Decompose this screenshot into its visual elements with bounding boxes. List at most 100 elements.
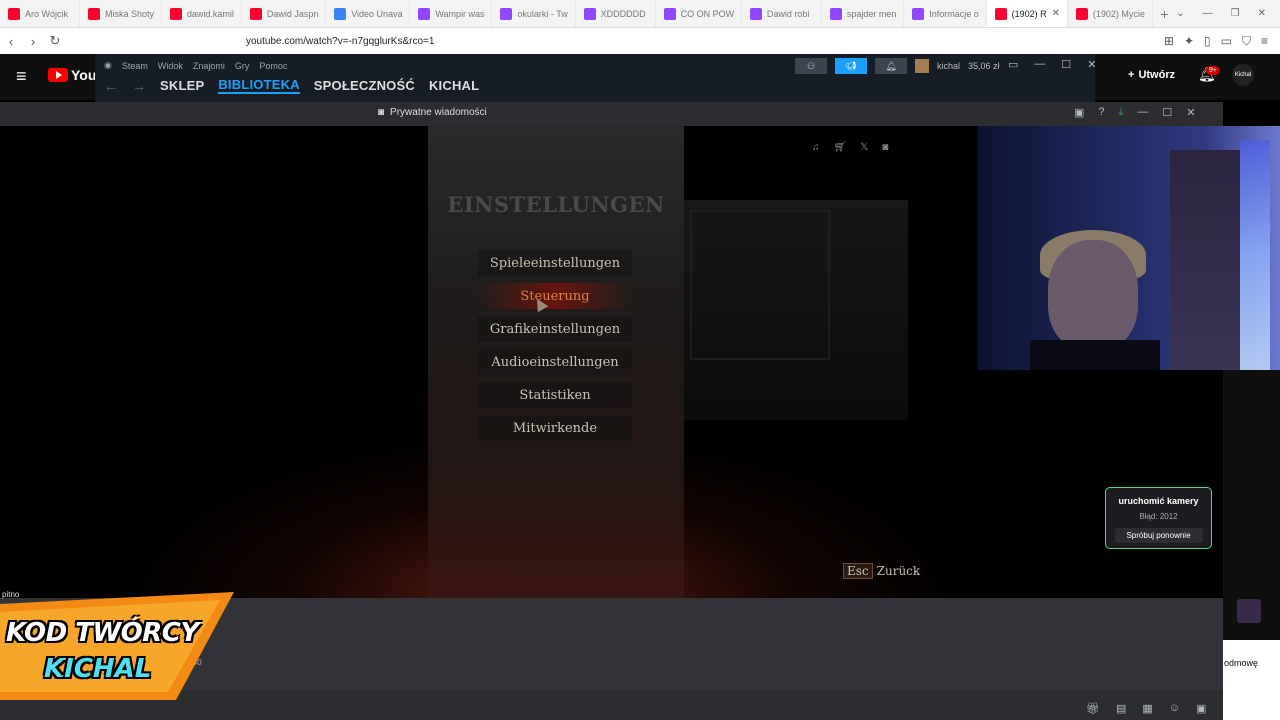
monitor-icon[interactable]: ▭ [1008, 58, 1018, 71]
overlay-maximize-icon[interactable]: ☐ [1162, 106, 1172, 119]
minimize-icon[interactable]: — [1203, 8, 1213, 19]
steam-menu-item[interactable]: Gry [235, 61, 250, 71]
cart-icon[interactable]: 🛒︎ [834, 142, 847, 153]
settings-menu-item[interactable]: Audioeinstellungen [478, 349, 632, 375]
promo-line-1: KOD TWÓRCY [6, 618, 199, 648]
settings-menu-item[interactable]: Steuerung [478, 283, 632, 309]
new-tab-icon[interactable]: + [1153, 6, 1177, 22]
browser-tab[interactable]: dawid.kamil [162, 0, 242, 27]
browser-tab[interactable]: Wampir was [410, 0, 493, 27]
hamburger-icon[interactable]: ≡ [16, 66, 27, 87]
browser-tab[interactable]: CO ON POW [656, 0, 742, 27]
download-icon[interactable]: ⤓ [1119, 106, 1124, 119]
steam-bell-icon[interactable]: 🔔︎ [875, 58, 907, 74]
apps-icon[interactable]: ▣ [1196, 702, 1206, 715]
reload-icon[interactable]: ↻ [44, 33, 66, 49]
translate-icon[interactable]: ⊞ [1164, 34, 1174, 49]
tab-label: (1902) R [1011, 8, 1047, 19]
browser-tab[interactable]: Informacje o [904, 0, 987, 27]
tab-label: Video Unava [351, 8, 403, 19]
browser-window-controls: ⌄ — ❐ ✕ [1176, 8, 1280, 19]
friends-icon[interactable]: ⚇ [795, 58, 827, 74]
music-icon[interactable]: ♫ [812, 142, 820, 153]
announcement-icon[interactable]: 📢︎ [835, 58, 867, 74]
browser-tab[interactable]: (1902) R ✕ [986, 0, 1068, 27]
steam-menu-item[interactable]: Steam [122, 61, 148, 71]
browser-tab[interactable]: okularki - Tw [492, 0, 576, 27]
tab-close-icon[interactable]: ✕ [1052, 8, 1060, 19]
camera-error-card: uruchomić kamery Błąd: 2012 Spróbuj pono… [1105, 487, 1212, 549]
tab-favicon-icon [8, 7, 20, 20]
sticker-icon[interactable]: ▦ [1142, 702, 1152, 715]
emoji-icon[interactable]: ☺ [1169, 702, 1180, 715]
steam-nav-item[interactable]: SKLEP [160, 78, 204, 93]
tab-label: Wampir was [435, 8, 485, 19]
tab-label: (1902) Mycie [1092, 8, 1145, 19]
back-hint[interactable]: Esc Zurück [843, 563, 920, 579]
browser-tab[interactable]: Dawid Jaspn [242, 0, 327, 27]
shield-icon[interactable]: ⛉ [1242, 34, 1251, 49]
settings-menu-item[interactable]: Grafikeinstellungen [478, 316, 632, 342]
tab-label: Informacje o [929, 8, 979, 19]
tab-label: XDDDDDD [600, 8, 646, 19]
help-icon[interactable]: ? [1098, 106, 1104, 119]
settings-menu-item[interactable]: Statistiken [478, 382, 632, 408]
browser-tab[interactable]: Video Unava [326, 0, 411, 27]
back-icon[interactable]: ‹ [0, 34, 22, 49]
steam-nav-item[interactable]: BIBLIOTEKA [218, 77, 300, 94]
tab-favicon-icon [249, 7, 262, 20]
discord-icon: ◙ [378, 107, 385, 118]
tab-label: CO ON POW [680, 8, 735, 19]
discord-icon[interactable]: ◙ [882, 142, 888, 153]
steam-username[interactable]: kichal [937, 61, 960, 71]
steam-window-controls: ▭ — ☐ ✕ [1008, 58, 1097, 71]
steam-menu-item[interactable]: Pomoc [259, 61, 287, 71]
wallet-icon[interactable]: ▭ [1221, 34, 1232, 49]
overlay-minimize-icon[interactable]: — [1137, 106, 1148, 119]
browser-tab[interactable]: Aro Wójcik [0, 0, 80, 27]
puzzle-icon[interactable]: ✦ [1184, 34, 1194, 49]
browser-tab[interactable]: Dawid robi [742, 0, 822, 27]
gif-icon[interactable]: ▤ [1116, 702, 1126, 715]
steam-menu-item[interactable]: Znajomi [193, 61, 225, 71]
create-button[interactable]: + Utwórz [1120, 64, 1183, 86]
forward-icon[interactable]: › [22, 34, 44, 49]
address-bar: ‹ › ↻ youtube.com/watch?v=-n7gqglurKs&rc… [0, 28, 1280, 54]
avatar[interactable]: Kichal [1232, 64, 1254, 86]
sidebar-icon[interactable]: ▯ [1204, 34, 1211, 49]
browser-tab[interactable]: XDDDDDD [576, 0, 656, 27]
esc-key: Esc [843, 563, 873, 579]
browser-tab[interactable]: (1902) Mycie [1068, 0, 1153, 27]
tab-favicon-icon [418, 7, 431, 20]
chat-toolbar: 🎁︎ ▤ ▦ ☺ ▣ [1086, 702, 1206, 715]
steam-nav-item[interactable]: KICHAL [429, 78, 479, 93]
steam-menu-item[interactable]: Widok [158, 61, 183, 71]
settings-menu-item[interactable]: Mitwirkende [478, 415, 632, 441]
maximize-icon[interactable]: ☐ [1061, 58, 1071, 71]
retry-button[interactable]: Spróbuj ponownie [1114, 528, 1203, 543]
browser-tab[interactable]: spajder men [822, 0, 905, 27]
browser-tab-bar: Aro Wójcik Miska Shoty dawid.kamil Dawid Ja… [0, 0, 1280, 28]
url-field[interactable]: youtube.com/watch?v=-n7gqglurKs&rco=1 [246, 36, 434, 47]
close-icon[interactable]: ✕ [1087, 58, 1096, 71]
tab-label: dawid.kamil [186, 8, 234, 19]
restore-icon[interactable]: ❐ [1231, 8, 1240, 19]
menu-icon[interactable]: ≡ [1261, 34, 1268, 49]
tab-label: spajder men [846, 8, 897, 19]
gift-icon[interactable]: 🎁︎ [1086, 702, 1100, 715]
close-icon[interactable]: ✕ [1258, 8, 1266, 19]
steam-avatar[interactable] [915, 59, 929, 73]
right-thumbnail[interactable] [1237, 599, 1261, 623]
settings-menu-item[interactable]: Spieleeinstellungen [478, 250, 632, 276]
browser-tab[interactable]: Miska Shoty [80, 0, 162, 27]
x-icon[interactable]: 𝕏 [860, 142, 868, 153]
steam-nav-item[interactable]: SPOŁECZNOŚĆ [314, 78, 415, 93]
overlay-close-icon[interactable]: ✕ [1186, 106, 1195, 119]
chevron-down-icon[interactable]: ⌄ [1176, 8, 1184, 19]
steam-logo-icon: ◉ [104, 60, 112, 70]
steam-back-icon[interactable]: ← [104, 78, 118, 94]
minimize-icon[interactable]: — [1034, 58, 1045, 71]
inbox-icon[interactable]: ▣ [1074, 106, 1084, 119]
steam-forward-icon[interactable]: → [132, 78, 146, 94]
tab-favicon-icon [169, 7, 182, 20]
